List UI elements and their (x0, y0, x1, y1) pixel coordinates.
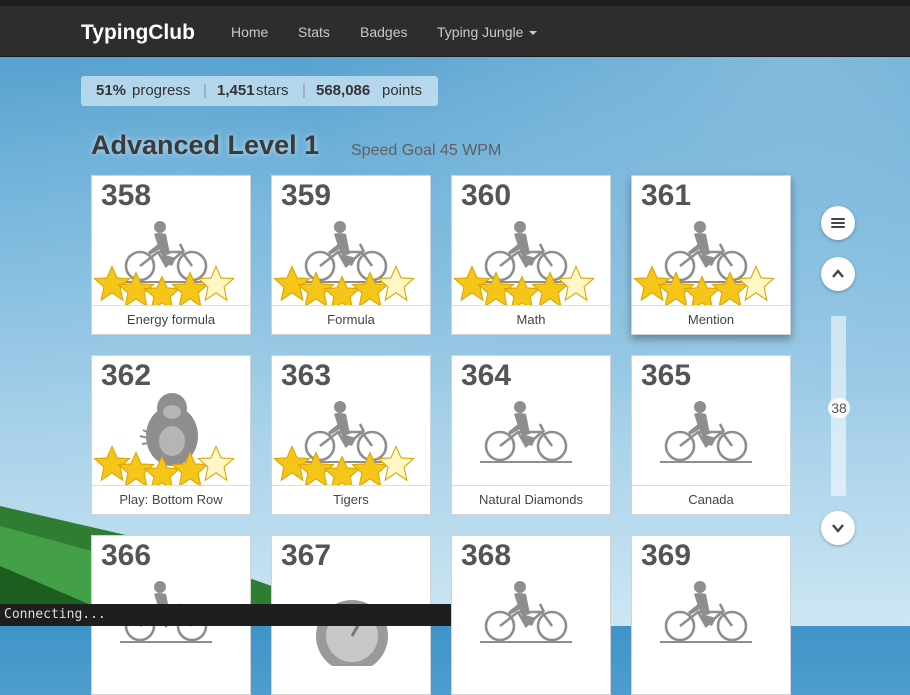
progress-summary: 51% progress | 1,451 stars | 568,086 poi… (81, 76, 438, 106)
star-icon (323, 455, 361, 486)
nav-home[interactable]: Home (231, 24, 268, 40)
gorilla-icon (93, 393, 235, 486)
star-icon (93, 265, 131, 302)
star-icon (453, 265, 491, 302)
level-title: Advanced Level 1 (91, 130, 320, 160)
lesson-title: Natural Diamonds (452, 485, 610, 514)
lesson-card-360[interactable]: 360 Math (451, 175, 611, 335)
bicycle-rider-icon (273, 401, 415, 486)
lesson-card-363[interactable]: 363 Tigers (271, 355, 431, 515)
nav-stats[interactable]: Stats (298, 24, 330, 40)
star-icon (323, 275, 361, 306)
menu-icon (831, 218, 845, 228)
separator: | (203, 82, 207, 99)
lesson-title: Play: Bottom Row (92, 485, 250, 514)
lesson-card-368[interactable]: 368 (451, 535, 611, 695)
bicycle-rider-icon (480, 401, 572, 463)
caret-down-icon (529, 31, 538, 36)
bicycle-rider-icon (660, 581, 752, 643)
lesson-card-359[interactable]: 359 Formula (271, 175, 431, 335)
connection-status: Connecting... (0, 604, 451, 626)
progress-percent: 51% (96, 82, 127, 99)
star-icon (171, 271, 209, 306)
bicycle-rider-icon (93, 221, 235, 306)
bicycle-rider-icon (480, 581, 572, 643)
star-icon (197, 445, 235, 482)
chevron-down-icon (832, 524, 844, 533)
lesson-card-358[interactable]: 358 Energy formula (91, 175, 251, 335)
star-icon (683, 275, 721, 306)
chevron-up-icon (832, 269, 844, 278)
lesson-title: Formula (272, 305, 430, 334)
lesson-card-364[interactable]: 364 Natural Diamonds (451, 355, 611, 515)
star-icon (351, 271, 389, 306)
star-icon (711, 271, 749, 306)
nav-typing-jungle-dropdown[interactable]: Typing Jungle (437, 24, 538, 40)
star-icon (503, 275, 541, 306)
scroll-up-button[interactable] (821, 257, 855, 291)
star-icon (273, 445, 311, 482)
star-icon (143, 275, 181, 306)
star-icon (351, 451, 389, 486)
lesson-card-361[interactable]: 361 Mention (631, 175, 791, 335)
level-scroll-indicator[interactable]: 38 (828, 398, 850, 418)
separator: | (302, 82, 306, 99)
star-icon (531, 271, 569, 306)
stars-label: stars (256, 82, 289, 99)
bicycle-rider-icon (660, 401, 752, 463)
bicycle-rider-icon (453, 221, 595, 306)
star-icon (93, 445, 131, 482)
level-speed-goal: Speed Goal 45 WPM (351, 142, 502, 159)
brand-logo[interactable]: TypingClub (81, 21, 195, 45)
lesson-title: Math (452, 305, 610, 334)
navbar: TypingClub Home Stats Badges Typing Jung… (0, 6, 910, 57)
lesson-title: Tigers (272, 485, 430, 514)
lesson-title: Energy formula (92, 305, 250, 334)
star-icon (273, 265, 311, 302)
lesson-card-362[interactable]: 362 Play: Bottom Row (91, 355, 251, 515)
bicycle-rider-icon (273, 221, 415, 306)
lesson-title: Canada (632, 485, 790, 514)
progress-label: progress (132, 82, 191, 99)
lesson-card-365[interactable]: 365 Canada (631, 355, 791, 515)
lesson-card-369[interactable]: 369 (631, 535, 791, 695)
nav-badges[interactable]: Badges (360, 24, 407, 40)
nav-typing-jungle-label: Typing Jungle (437, 24, 524, 40)
scroll-down-button[interactable] (821, 511, 855, 545)
bicycle-rider-icon (633, 221, 775, 306)
points-label: points (382, 82, 423, 99)
lesson-title: Mention (632, 305, 790, 334)
points-count: 568,086 (316, 82, 371, 99)
menu-button[interactable] (821, 206, 855, 240)
stars-count: 1,451 (217, 82, 255, 99)
star-icon (633, 265, 671, 302)
